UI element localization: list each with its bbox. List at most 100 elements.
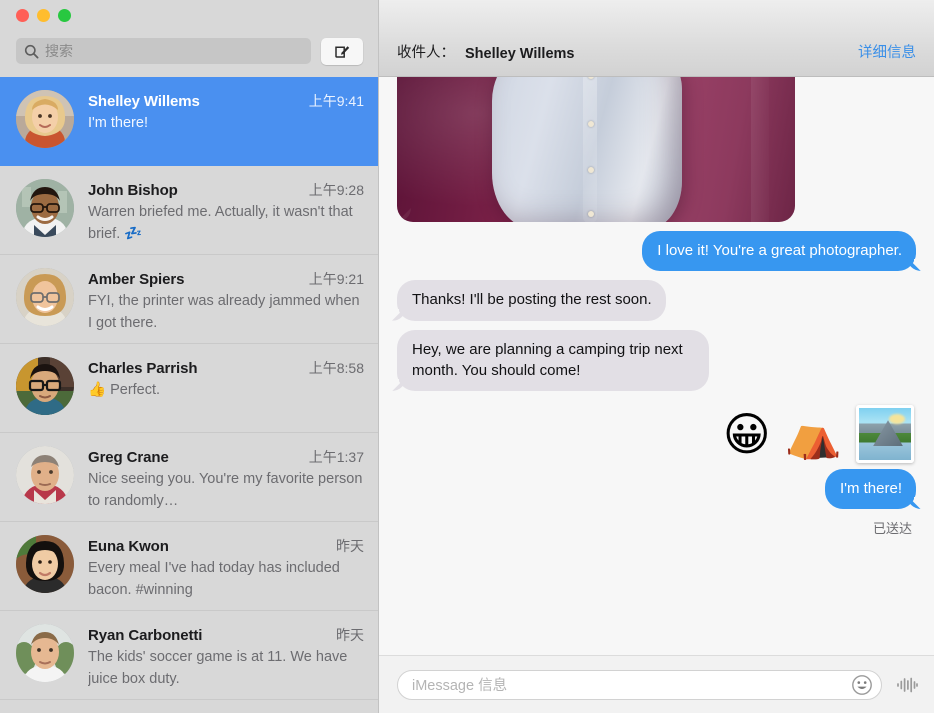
conversation-name: John Bishop [88, 182, 178, 199]
conversation-top-row: Shelley Willems 上午9:41 [88, 91, 364, 111]
compose-pencil-icon [334, 45, 349, 58]
photo-shirt-placket [583, 77, 597, 222]
conversation-item-charles-parrish[interactable]: Charles Parrish 上午8:58 👍 Perfect. [0, 344, 378, 433]
compose-button[interactable] [321, 37, 363, 65]
mountain-peak-shape [873, 420, 903, 447]
chat-pane: 收件人： Shelley Willems 详细信息 I love it! You… [379, 0, 934, 713]
conversation-item-amber-spiers[interactable]: Amber Spiers 上午9:21 FYI, the printer was… [0, 255, 378, 344]
sticker-row: 😀 ⛺ [397, 405, 914, 464]
message-row: Thanks! I'll be posting the rest soon. [390, 280, 916, 321]
message-thread[interactable]: I love it! You're a great photographer. … [379, 77, 934, 655]
conversation-preview: The kids' soccer game is at 11. We have … [88, 649, 348, 688]
avatar-image [16, 357, 74, 415]
conversation-time: 昨天 [336, 538, 364, 554]
photo-shirt-button [588, 121, 594, 127]
conversation-name: Shelley Willems [88, 93, 200, 110]
message-bubble-incoming[interactable]: Thanks! I'll be posting the rest soon. [390, 280, 666, 321]
conversation-item-greg-crane[interactable]: Greg Crane 上午1:37 Nice seeing you. You'r… [0, 433, 378, 522]
avatar-image [16, 179, 74, 237]
conversation-time: 上午9:21 [308, 271, 364, 287]
sidebar: 搜索 Shelley Willems 上午9:41 I'm there! Joh… [0, 0, 379, 713]
conversation-top-row: Euna Kwon 昨天 [88, 536, 364, 556]
traffic-lights [16, 9, 71, 22]
conversation-time: 昨天 [336, 627, 364, 643]
conversation-name: Greg Crane [88, 449, 169, 466]
avatar-shelley-willems [16, 90, 74, 148]
conversation-top-row: Greg Crane 上午1:37 [88, 447, 364, 467]
conversation-body: Ryan Carbonetti 昨天 The kids' soccer game… [88, 624, 364, 690]
titlebar: 搜索 [0, 0, 378, 77]
photo-attachment-bubble[interactable] [397, 77, 795, 222]
conversation-body: Charles Parrish 上午8:58 👍 Perfect. [88, 357, 364, 401]
avatar-greg-crane [16, 446, 74, 504]
conversation-preview: Nice seeing you. You're my favorite pers… [88, 471, 363, 510]
search-icon [24, 44, 39, 59]
chat-header: 收件人： Shelley Willems 详细信息 [379, 0, 934, 77]
zoom-button[interactable] [58, 9, 71, 22]
conversation-item-euna-kwon[interactable]: Euna Kwon 昨天 Every meal I've had today h… [0, 522, 378, 611]
message-bubble-incoming[interactable]: Hey, we are planning a camping trip next… [390, 329, 709, 392]
composer-bar: iMessage 信息 [379, 655, 934, 713]
photo-shirt-button [588, 211, 594, 217]
sun-shape [889, 414, 905, 425]
conversation-item-john-bishop[interactable]: John Bishop 上午9:28 Warren briefed me. Ac… [0, 166, 378, 255]
conversation-preview: I'm there! [88, 115, 148, 131]
delivery-status: 已送达 [872, 521, 912, 537]
conversation-time: 上午1:37 [308, 449, 364, 465]
conversation-top-row: Charles Parrish 上午8:58 [88, 358, 364, 378]
avatar-image [16, 624, 74, 682]
search-input[interactable]: 搜索 [16, 38, 311, 64]
avatar-image [16, 535, 74, 593]
message-row: I'm there! [397, 469, 924, 510]
avatar-image [16, 268, 74, 326]
grinning-face-emoji[interactable]: 😀 [723, 411, 771, 457]
audio-waveform-icon [897, 677, 918, 692]
search-placeholder: 搜索 [45, 43, 73, 59]
conversation-preview: FYI, the printer was already jammed when… [88, 293, 360, 332]
conversation-name: Euna Kwon [88, 538, 169, 555]
conversation-name: Charles Parrish [88, 360, 198, 377]
conversation-top-row: John Bishop 上午9:28 [88, 180, 364, 200]
conversation-top-row: Ryan Carbonetti 昨天 [88, 625, 364, 645]
minimize-button[interactable] [37, 9, 50, 22]
recipient-label: 收件人： [397, 45, 455, 61]
message-row: I love it! You're a great photographer. [397, 231, 923, 272]
details-button[interactable]: 详细信息 [858, 41, 916, 62]
conversation-list[interactable]: Shelley Willems 上午9:41 I'm there! John B… [0, 77, 378, 713]
message-input[interactable]: iMessage 信息 [397, 669, 882, 700]
avatar-image [16, 90, 74, 148]
avatar-ryan-carbonetti [16, 624, 74, 682]
photo-shirt-button [588, 167, 594, 173]
recipient-name[interactable]: Shelley Willems [465, 46, 574, 62]
tent-emoji[interactable]: ⛺ [785, 411, 842, 457]
conversation-preview: Every meal I've had today has included b… [88, 560, 340, 599]
messages-window: 搜索 Shelley Willems 上午9:41 I'm there! Joh… [0, 0, 934, 713]
avatar-euna-kwon [16, 535, 74, 593]
avatar-charles-parrish [16, 357, 74, 415]
avatar-john-bishop [16, 179, 74, 237]
audio-message-button[interactable] [894, 672, 920, 698]
conversation-preview: Warren briefed me. Actually, it wasn't t… [88, 204, 353, 243]
conversation-time: 上午9:41 [308, 93, 364, 109]
smiley-face-icon[interactable] [851, 674, 873, 696]
photo-message-row [397, 77, 916, 222]
national-park-photo-emoji[interactable] [856, 405, 914, 464]
message-row: Hey, we are planning a camping trip next… [390, 329, 916, 392]
close-button[interactable] [16, 9, 29, 22]
message-input-placeholder: iMessage 信息 [412, 678, 508, 694]
photo-backdrop-highlight [751, 77, 769, 222]
message-bubble-outgoing[interactable]: I'm there! [824, 469, 924, 510]
conversation-name: Ryan Carbonetti [88, 627, 203, 644]
conversation-time: 上午9:28 [308, 182, 364, 198]
message-bubble-outgoing[interactable]: I love it! You're a great photographer. [642, 231, 923, 272]
conversation-time: 上午8:58 [308, 360, 364, 376]
search-row: 搜索 [0, 33, 379, 69]
conversation-body: Greg Crane 上午1:37 Nice seeing you. You'r… [88, 446, 364, 512]
conversation-body: John Bishop 上午9:28 Warren briefed me. Ac… [88, 179, 364, 245]
conversation-top-row: Amber Spiers 上午9:21 [88, 269, 364, 289]
conversation-item-shelley-willems[interactable]: Shelley Willems 上午9:41 I'm there! [0, 77, 378, 166]
conversation-item-ryan-carbonetti[interactable]: Ryan Carbonetti 昨天 The kids' soccer game… [0, 611, 378, 700]
conversation-body: Euna Kwon 昨天 Every meal I've had today h… [88, 535, 364, 601]
conversation-body: Amber Spiers 上午9:21 FYI, the printer was… [88, 268, 364, 334]
conversation-preview: 👍 Perfect. [88, 382, 161, 398]
